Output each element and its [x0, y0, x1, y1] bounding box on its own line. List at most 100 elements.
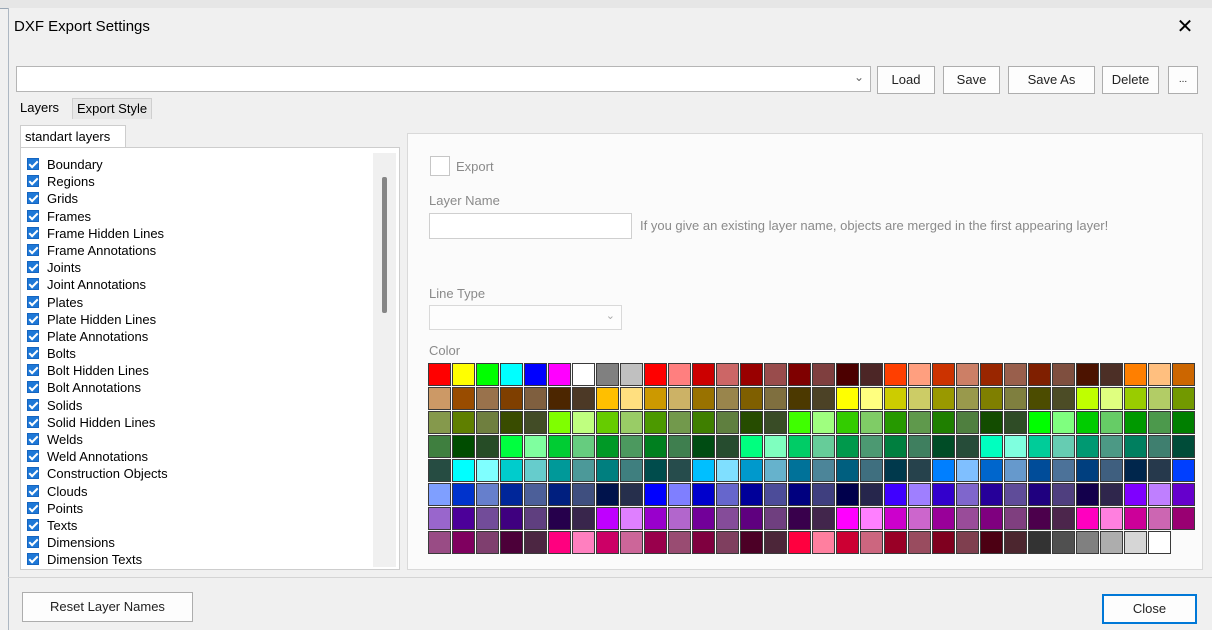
- layer-item[interactable]: Points: [27, 500, 168, 517]
- color-swatch[interactable]: [476, 459, 499, 482]
- color-swatch[interactable]: [1100, 459, 1123, 482]
- color-swatch[interactable]: [620, 387, 643, 410]
- color-swatch[interactable]: [692, 507, 715, 530]
- color-swatch[interactable]: [476, 363, 499, 386]
- color-swatch[interactable]: [836, 435, 859, 458]
- color-swatch[interactable]: [1124, 507, 1147, 530]
- color-swatch[interactable]: [428, 459, 451, 482]
- layer-item[interactable]: Grids: [27, 190, 168, 207]
- color-swatch[interactable]: [788, 363, 811, 386]
- color-swatch[interactable]: [1052, 363, 1075, 386]
- color-swatch[interactable]: [668, 507, 691, 530]
- color-swatch[interactable]: [500, 459, 523, 482]
- close-icon[interactable]: ✕: [1172, 14, 1198, 40]
- color-swatch[interactable]: [1172, 387, 1195, 410]
- color-swatch[interactable]: [500, 387, 523, 410]
- layer-checkbox[interactable]: [27, 553, 39, 566]
- reset-layer-names-button[interactable]: Reset Layer Names: [22, 592, 193, 622]
- preset-combobox[interactable]: ⌄: [16, 66, 871, 92]
- color-swatch[interactable]: [740, 435, 763, 458]
- color-swatch[interactable]: [1100, 363, 1123, 386]
- layer-checkbox[interactable]: [27, 312, 39, 325]
- color-swatch[interactable]: [716, 531, 739, 554]
- color-swatch[interactable]: [692, 411, 715, 434]
- color-swatch[interactable]: [572, 507, 595, 530]
- color-swatch[interactable]: [1028, 531, 1051, 554]
- color-swatch[interactable]: [692, 435, 715, 458]
- color-swatch[interactable]: [1004, 411, 1027, 434]
- color-swatch[interactable]: [1076, 531, 1099, 554]
- color-swatch[interactable]: [956, 387, 979, 410]
- color-swatch[interactable]: [956, 483, 979, 506]
- color-swatch[interactable]: [980, 387, 1003, 410]
- color-swatch[interactable]: [452, 363, 475, 386]
- color-swatch[interactable]: [1076, 435, 1099, 458]
- color-swatch[interactable]: [764, 483, 787, 506]
- color-swatch[interactable]: [1148, 363, 1171, 386]
- color-swatch[interactable]: [1148, 507, 1171, 530]
- layer-checkbox[interactable]: [27, 175, 39, 188]
- color-swatch[interactable]: [500, 531, 523, 554]
- color-swatch[interactable]: [596, 363, 619, 386]
- color-swatch[interactable]: [884, 531, 907, 554]
- color-swatch[interactable]: [1004, 387, 1027, 410]
- color-swatch[interactable]: [764, 459, 787, 482]
- color-swatch[interactable]: [1124, 411, 1147, 434]
- color-swatch[interactable]: [1076, 387, 1099, 410]
- color-swatch[interactable]: [860, 459, 883, 482]
- color-swatch[interactable]: [932, 483, 955, 506]
- color-swatch[interactable]: [596, 459, 619, 482]
- color-swatch[interactable]: [788, 387, 811, 410]
- color-swatch[interactable]: [572, 459, 595, 482]
- color-swatch[interactable]: [764, 387, 787, 410]
- color-swatch[interactable]: [1100, 411, 1123, 434]
- color-swatch[interactable]: [620, 459, 643, 482]
- color-swatch[interactable]: [1076, 459, 1099, 482]
- color-swatch[interactable]: [932, 411, 955, 434]
- color-swatch[interactable]: [1052, 483, 1075, 506]
- color-swatch[interactable]: [788, 459, 811, 482]
- color-swatch[interactable]: [476, 387, 499, 410]
- color-swatch[interactable]: [476, 531, 499, 554]
- color-swatch[interactable]: [1172, 507, 1195, 530]
- color-swatch[interactable]: [1148, 411, 1171, 434]
- color-swatch[interactable]: [1076, 411, 1099, 434]
- color-swatch[interactable]: [1004, 483, 1027, 506]
- color-swatch[interactable]: [860, 483, 883, 506]
- delete-button[interactable]: Delete: [1102, 66, 1159, 94]
- color-swatch[interactable]: [1028, 387, 1051, 410]
- color-swatch[interactable]: [524, 531, 547, 554]
- layer-checkbox[interactable]: [27, 467, 39, 480]
- color-swatch[interactable]: [596, 411, 619, 434]
- color-swatch[interactable]: [1124, 531, 1147, 554]
- color-swatch[interactable]: [716, 483, 739, 506]
- color-swatch[interactable]: [1148, 459, 1171, 482]
- color-swatch[interactable]: [692, 459, 715, 482]
- color-swatch[interactable]: [956, 531, 979, 554]
- color-swatch[interactable]: [428, 483, 451, 506]
- color-swatch[interactable]: [740, 531, 763, 554]
- color-swatch[interactable]: [716, 363, 739, 386]
- color-swatch[interactable]: [812, 483, 835, 506]
- color-swatch[interactable]: [812, 459, 835, 482]
- color-swatch[interactable]: [1028, 483, 1051, 506]
- color-swatch[interactable]: [428, 531, 451, 554]
- color-swatch[interactable]: [740, 363, 763, 386]
- layer-item[interactable]: Welds: [27, 431, 168, 448]
- color-swatch[interactable]: [1076, 363, 1099, 386]
- color-swatch[interactable]: [1052, 459, 1075, 482]
- color-swatch[interactable]: [932, 387, 955, 410]
- color-swatch[interactable]: [836, 507, 859, 530]
- color-swatch[interactable]: [644, 459, 667, 482]
- color-swatch[interactable]: [668, 363, 691, 386]
- color-swatch[interactable]: [1052, 531, 1075, 554]
- color-swatch[interactable]: [980, 411, 1003, 434]
- color-swatch[interactable]: [644, 483, 667, 506]
- color-swatch[interactable]: [500, 483, 523, 506]
- color-swatch[interactable]: [788, 411, 811, 434]
- layer-checkbox[interactable]: [27, 209, 39, 222]
- layer-checkbox[interactable]: [27, 158, 39, 170]
- color-swatch[interactable]: [740, 387, 763, 410]
- layer-checkbox[interactable]: [27, 261, 39, 274]
- color-swatch[interactable]: [476, 507, 499, 530]
